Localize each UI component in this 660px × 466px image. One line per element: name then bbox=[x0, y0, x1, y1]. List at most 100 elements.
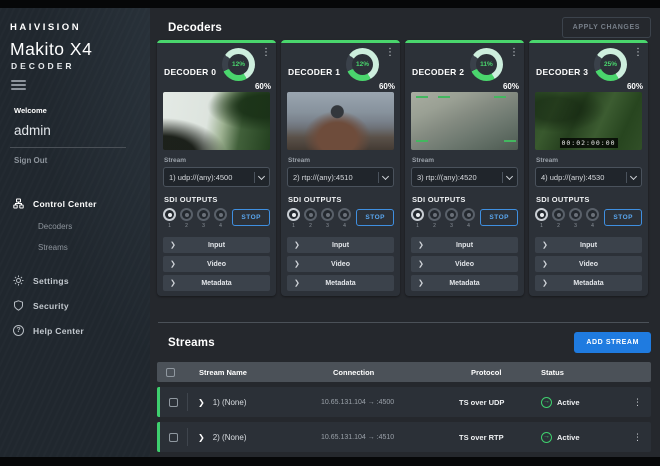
sdi-output-toggle-1[interactable]: 1 bbox=[287, 208, 300, 229]
sdi-output-toggle-2[interactable]: 2 bbox=[552, 208, 565, 229]
video-accordion[interactable]: ❯Video bbox=[535, 256, 642, 272]
kebab-menu-icon[interactable]: ⋮ bbox=[385, 48, 395, 58]
metadata-accordion[interactable]: ❯Metadata bbox=[411, 275, 518, 291]
sdi-output-toggle-1[interactable]: 1 bbox=[535, 208, 548, 229]
sdi-output-toggle-3[interactable]: 3 bbox=[197, 208, 210, 229]
sidebar-item-security[interactable]: Security bbox=[0, 293, 150, 318]
metadata-accordion[interactable]: ❯Metadata bbox=[163, 275, 270, 291]
stop-button[interactable]: STOP bbox=[480, 209, 518, 226]
load-percentage: 12% bbox=[222, 48, 255, 81]
hamburger-menu-icon[interactable] bbox=[11, 80, 26, 90]
stream-select[interactable]: 2) rtp://(any):4510 bbox=[287, 167, 394, 187]
video-accordion[interactable]: ❯Video bbox=[163, 256, 270, 272]
decoder-name: DECODER 1 bbox=[288, 67, 340, 77]
sdi-output-toggle-1[interactable]: 1 bbox=[163, 208, 176, 229]
sign-out-link[interactable]: Sign Out bbox=[14, 156, 150, 165]
stream-select[interactable]: 3) rtp://(any):4520 bbox=[411, 167, 518, 187]
kebab-menu-icon[interactable]: ⋮ bbox=[261, 48, 271, 58]
timecode-overlay: 00:02:00:00 bbox=[559, 138, 617, 148]
sidebar-item-decoders[interactable]: Decoders bbox=[0, 216, 150, 237]
kebab-menu-icon[interactable]: ⋮ bbox=[633, 48, 643, 58]
load-percentage: 25% bbox=[594, 48, 627, 81]
video-accordion[interactable]: ❯Video bbox=[411, 256, 518, 272]
chevron-down-icon bbox=[382, 172, 389, 179]
stop-button[interactable]: STOP bbox=[232, 209, 270, 226]
video-preview: 00:02:00:00 bbox=[535, 92, 642, 150]
row-checkbox[interactable] bbox=[169, 433, 178, 442]
streams-title: Streams bbox=[168, 337, 215, 349]
row-checkbox[interactable] bbox=[169, 398, 178, 407]
sdi-output-toggle-4[interactable]: 4 bbox=[338, 208, 351, 229]
expand-chevron-icon[interactable]: ❯ bbox=[198, 433, 205, 442]
main-content: Decoders APPLY CHANGES DECODER 0 ⋮ 12% 6… bbox=[150, 8, 660, 457]
section-divider bbox=[158, 322, 649, 323]
sdi-output-toggle-4[interactable]: 4 bbox=[214, 208, 227, 229]
sdi-output-toggle-3[interactable]: 3 bbox=[445, 208, 458, 229]
stream-protocol: TS over RTP bbox=[459, 433, 541, 442]
sdi-output-toggle-3[interactable]: 3 bbox=[321, 208, 334, 229]
sdi-output-toggle-4[interactable]: 4 bbox=[586, 208, 599, 229]
sdi-output-toggle-1[interactable]: 1 bbox=[411, 208, 424, 229]
chevron-down-icon bbox=[630, 172, 637, 179]
stream-select[interactable]: 4) udp://(any):4530 bbox=[535, 167, 642, 187]
sdi-output-toggle-3[interactable]: 3 bbox=[569, 208, 582, 229]
buffer-percentage: 60% bbox=[627, 82, 643, 91]
input-accordion[interactable]: ❯Input bbox=[411, 237, 518, 253]
stream-label: Stream bbox=[412, 157, 518, 164]
decoder-card-0: DECODER 0 ⋮ 12% 60% Stream 1) udp://(any… bbox=[157, 40, 276, 296]
kebab-menu-icon[interactable]: ⋮ bbox=[509, 48, 519, 58]
sdi-output-toggle-2[interactable]: 2 bbox=[180, 208, 193, 229]
streams-table-header: Stream Name Connection Protocol Status bbox=[157, 362, 651, 382]
kebab-menu-icon[interactable]: ⋮ bbox=[633, 432, 651, 443]
video-accordion[interactable]: ❯Video bbox=[287, 256, 394, 272]
sidebar-item-label: Settings bbox=[33, 276, 69, 286]
chevron-right-icon: ❯ bbox=[294, 260, 300, 268]
chevron-right-icon: ❯ bbox=[542, 279, 548, 287]
video-preview bbox=[163, 92, 270, 150]
input-accordion[interactable]: ❯Input bbox=[287, 237, 394, 253]
sdi-outputs-label: SDI OUTPUTS bbox=[412, 195, 518, 204]
chevron-right-icon: ❯ bbox=[294, 279, 300, 287]
stop-button[interactable]: STOP bbox=[356, 209, 394, 226]
chevron-right-icon: ❯ bbox=[170, 279, 176, 287]
load-percentage: 12% bbox=[346, 48, 379, 81]
sidebar-item-label: Help Center bbox=[33, 326, 84, 336]
kebab-menu-icon[interactable]: ⋮ bbox=[633, 397, 651, 408]
sidebar-item-streams[interactable]: Streams bbox=[0, 237, 150, 258]
username: admin bbox=[14, 123, 150, 138]
top-frame-bar bbox=[0, 0, 660, 8]
metadata-accordion[interactable]: ❯Metadata bbox=[535, 275, 642, 291]
input-accordion[interactable]: ❯Input bbox=[535, 237, 642, 253]
buffer-percentage: 60% bbox=[255, 82, 271, 91]
stream-select-value: 4) udp://(any):4530 bbox=[541, 173, 624, 182]
stream-row-1: ❯1) (None) 10.65.131.104 → :4500 TS over… bbox=[157, 387, 651, 417]
sdi-output-toggle-4[interactable]: 4 bbox=[462, 208, 475, 229]
select-all-checkbox[interactable] bbox=[166, 368, 175, 377]
active-status-icon: → bbox=[541, 432, 552, 443]
product-tagline: DECODER bbox=[11, 61, 150, 71]
column-protocol: Protocol bbox=[459, 368, 541, 377]
chevron-right-icon: ❯ bbox=[542, 260, 548, 268]
sdi-output-toggle-2[interactable]: 2 bbox=[304, 208, 317, 229]
add-stream-button[interactable]: ADD STREAM bbox=[574, 332, 651, 353]
chevron-down-icon bbox=[506, 172, 513, 179]
stream-label: Stream bbox=[536, 157, 642, 164]
sidebar-item-help-center[interactable]: ? Help Center bbox=[0, 318, 150, 343]
stream-connection: 10.65.131.104 → :4510 bbox=[321, 434, 459, 441]
welcome-label: Welcome bbox=[14, 106, 150, 115]
metadata-accordion[interactable]: ❯Metadata bbox=[287, 275, 394, 291]
stream-label: Stream bbox=[288, 157, 394, 164]
expand-chevron-icon[interactable]: ❯ bbox=[198, 398, 205, 407]
sdi-output-toggle-2[interactable]: 2 bbox=[428, 208, 441, 229]
input-accordion[interactable]: ❯Input bbox=[163, 237, 270, 253]
control-center-icon bbox=[13, 198, 24, 209]
load-gauge: 11% bbox=[470, 48, 503, 81]
status-badge: Active bbox=[557, 433, 580, 442]
decoder-card-1: DECODER 1 ⋮ 12% 60% Stream 2) rtp://(any… bbox=[281, 40, 400, 296]
video-preview bbox=[411, 92, 518, 150]
stop-button[interactable]: STOP bbox=[604, 209, 642, 226]
stream-select[interactable]: 1) udp://(any):4500 bbox=[163, 167, 270, 187]
sidebar-item-control-center[interactable]: Control Center bbox=[0, 191, 150, 216]
sidebar-item-settings[interactable]: Settings bbox=[0, 268, 150, 293]
apply-changes-button[interactable]: APPLY CHANGES bbox=[562, 17, 651, 38]
